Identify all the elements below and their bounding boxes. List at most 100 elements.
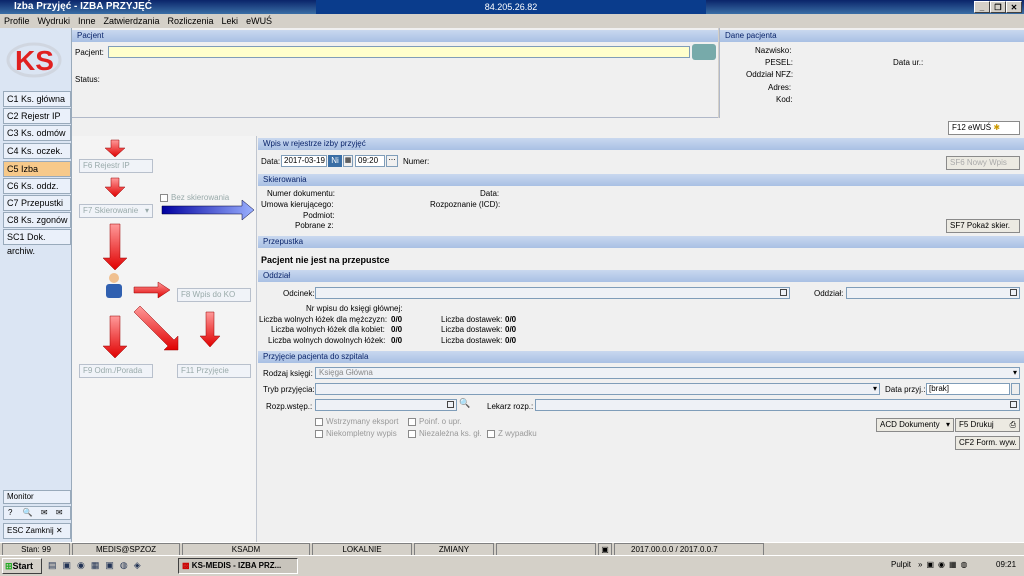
show-referral-button[interactable]: SF7 Pokaż skier.	[946, 219, 1020, 233]
checkbox[interactable]	[408, 429, 416, 438]
icd-search-icon[interactable]: 🔍	[459, 398, 471, 410]
rozp-input[interactable]	[315, 399, 457, 411]
message-icon[interactable]: ✉	[56, 508, 63, 517]
flow-odmowa[interactable]: F9 Odm./Porada	[79, 364, 153, 378]
nav-ks-oddz[interactable]: C6 Ks. oddz.	[3, 178, 71, 194]
lookup-icon[interactable]	[780, 289, 787, 296]
help-icon[interactable]: ?	[8, 508, 12, 517]
data-ur-label: Data ur.:	[893, 58, 924, 67]
check-niezalezna[interactable]: Niezależna ks. gł.	[408, 429, 482, 438]
patient-input[interactable]	[108, 46, 690, 58]
close-app-button[interactable]: ESC Zamknij ✕	[3, 523, 71, 539]
print-button[interactable]: F5 Drukuj ⎙	[955, 418, 1020, 432]
check-wypadek[interactable]: Z wypadku	[487, 429, 537, 438]
nav-izba-przyjec[interactable]: C5 Izba Przyjęć	[3, 161, 71, 188]
skierowanie-header: Skierowania	[258, 174, 1024, 186]
menu-inne[interactable]: Inne	[78, 16, 96, 26]
flow-wpis-ko[interactable]: F8 Wpis do KO	[177, 288, 251, 302]
dostawki-men-label: Liczba dostawek:	[441, 315, 503, 324]
start-label: Start	[12, 561, 34, 571]
bez-skierowania-label: Bez skierowania	[171, 193, 230, 202]
mail-icon[interactable]: ✉	[41, 508, 48, 517]
printer-icon: ⎙	[1009, 420, 1016, 429]
checkbox[interactable]	[315, 417, 323, 426]
clock-icon[interactable]: ⋯	[386, 155, 398, 167]
lookup-icon[interactable]	[447, 401, 454, 408]
wpis-time-input[interactable]: 09:20	[355, 155, 385, 167]
check-wstrzymany[interactable]: Wstrzymany eksport	[315, 417, 398, 426]
bez-skierowania[interactable]: Bez skierowania	[160, 193, 229, 202]
tryb-select[interactable]: ▾	[315, 383, 880, 395]
flow-skierowanie[interactable]: F7 Skierowanie ▾	[79, 204, 153, 218]
print-label: F5 Drukuj	[959, 420, 994, 429]
nav-ks-zgonow[interactable]: C8 Ks. zgonów	[3, 212, 71, 228]
checkbox[interactable]	[315, 429, 323, 438]
check-poinf[interactable]: Poinf. o upr.	[408, 417, 462, 426]
menu-rozliczenia[interactable]: Rozliczenia	[168, 16, 214, 26]
menu-bar: Profile Wydruki Inne Zatwierdzania Rozliczen…	[0, 14, 1024, 28]
rodzaj-select[interactable]: Księga Główna ▾	[315, 367, 1020, 379]
pesel-label: PESEL:	[765, 58, 794, 67]
nazwisko-label: Nazwisko:	[755, 46, 792, 55]
nav-przepustki[interactable]: C7 Przepustki	[3, 195, 71, 211]
menu-zatwierdzania[interactable]: Zatwierdzania	[103, 16, 159, 26]
beds-any-label: Liczba wolnych dowolnych łóżek:	[268, 336, 386, 345]
przepustka-header: Przepustka	[258, 236, 1024, 248]
calendar-icon[interactable]: ▦	[343, 155, 353, 167]
pulpit-label[interactable]: Pulpit	[891, 560, 911, 569]
patient-card-icon[interactable]	[692, 44, 716, 60]
form-button[interactable]: CF2 Form. wyw.	[955, 436, 1020, 450]
status-label: Status:	[75, 75, 100, 84]
minimize-icon[interactable]: _	[974, 1, 990, 13]
bez-skierowania-checkbox[interactable]	[160, 193, 168, 202]
dostawki-any-value: 0/0	[505, 336, 517, 345]
podmiot-label: Podmiot:	[303, 211, 335, 220]
nav-ks-oczek[interactable]: C4 Ks. oczek.	[3, 143, 71, 159]
ewus-icon: ✱	[993, 123, 1001, 132]
wpis-data-label: Data:	[261, 157, 281, 166]
check-niekompletny[interactable]: Niekompletny wypis	[315, 429, 397, 438]
ewus-button[interactable]: F12 eWUŚ ✱	[948, 121, 1020, 135]
checkbox[interactable]	[487, 429, 495, 438]
remote-host: 84.205.26.82	[316, 0, 706, 14]
date-picker-icon[interactable]	[1011, 383, 1020, 395]
lookup-icon[interactable]	[1010, 401, 1017, 408]
task-button[interactable]: ▩ KS-MEDIS - IZBA PRZ...	[178, 558, 298, 574]
new-entry-button[interactable]: SF6 Nowy Wpis	[946, 156, 1020, 170]
app-icon: ▩	[182, 561, 190, 570]
oddzial-input[interactable]	[846, 287, 1020, 299]
close-icon[interactable]: ✕	[1006, 1, 1022, 13]
checkbox[interactable]	[408, 417, 416, 426]
odcinek-input[interactable]	[315, 287, 790, 299]
nav-rejestr-ip[interactable]: C2 Rejestr IP	[3, 108, 71, 124]
task-label: KS-MEDIS - IZBA PRZ...	[191, 561, 282, 570]
chevron-down-icon: ▾	[945, 420, 950, 429]
menu-ewus[interactable]: eWUŚ	[246, 16, 272, 26]
menu-profile[interactable]: Profile	[4, 16, 30, 26]
flow-rejestr-ip[interactable]: F6 Rejestr IP	[79, 159, 153, 173]
tryb-label: Tryb przyjęcia:	[263, 385, 315, 394]
quick-launch-icons[interactable]: ▤▣◉▦▣◍◈	[48, 560, 168, 572]
wpis-date-input[interactable]: 2017-03-19	[281, 155, 327, 167]
maximize-icon[interactable]: ❐	[990, 1, 1006, 13]
nav-dok-archiw[interactable]: SC1 Dok. archiw.	[3, 229, 71, 256]
patient-header: Pacjent	[72, 30, 718, 42]
dostawki-women-label: Liczba dostawek:	[441, 325, 503, 334]
monitor-button[interactable]: Monitor	[3, 490, 71, 504]
tray-icons[interactable]: »▣◉▦◍	[918, 560, 972, 569]
menu-wydruki[interactable]: Wydruki	[38, 16, 70, 26]
data-przyj-input[interactable]: [brak]	[926, 383, 1010, 395]
check-label: Z wypadku	[498, 429, 537, 438]
start-button[interactable]: ⊞Start	[2, 558, 42, 574]
nav-ks-odmow[interactable]: C3 Ks. odmów	[3, 125, 71, 141]
acd-documents-button[interactable]: ACD Dokumenty ▾	[876, 418, 954, 432]
lookup-icon[interactable]	[1010, 289, 1017, 296]
menu-leki[interactable]: Leki	[222, 16, 239, 26]
flow-przyjecie[interactable]: F11 Przyjęcie	[177, 364, 251, 378]
lekarz-input[interactable]	[535, 399, 1020, 411]
umowa-label: Umowa kierującego:	[261, 200, 334, 209]
beds-women-label: Liczba wolnych łóżek dla kobiet:	[271, 325, 385, 334]
nav-ks-glowna[interactable]: C1 Ks. główna	[3, 91, 71, 107]
search-icon[interactable]: 🔍	[23, 508, 33, 517]
patient-label: Pacjent:	[75, 48, 104, 57]
